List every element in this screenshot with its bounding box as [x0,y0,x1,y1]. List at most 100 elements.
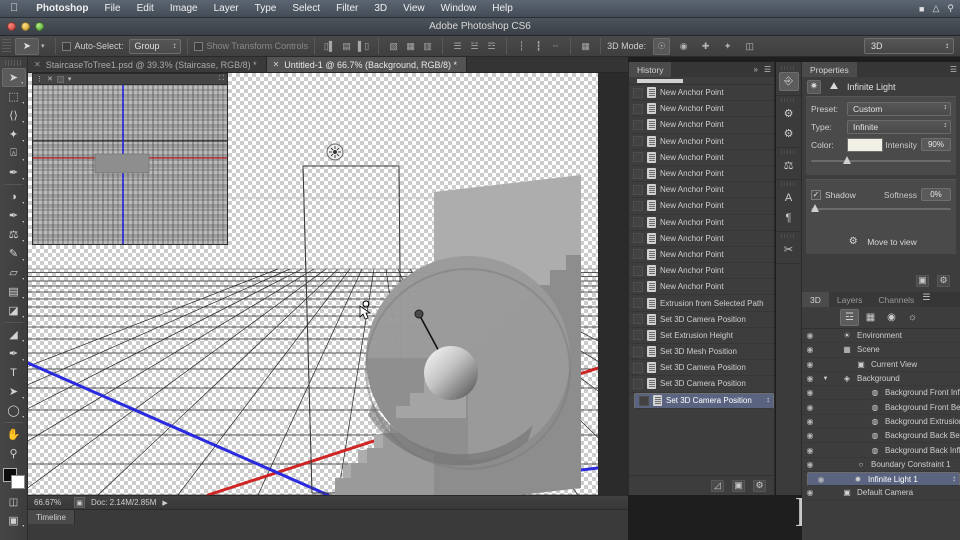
menu-view[interactable]: View [395,3,433,14]
history-brush-source-toggle[interactable] [633,168,643,179]
history-brush-source-toggle[interactable] [633,314,643,325]
minimize-button[interactable] [21,22,30,31]
lasso-tool[interactable]: ⟨⟩ [2,106,26,125]
align-vertical-centers-icon[interactable]: ▦ [404,39,417,53]
dock-group-grip[interactable] [781,66,796,70]
3d-tree-row[interactable]: ◉ ✹ Infinite Light 1 [807,471,960,487]
align-bottom-edges-icon[interactable]: ▥ [421,39,434,53]
menu-photoshop[interactable]: Photoshop [28,3,96,14]
paragraph-dock-icon[interactable]: ¶ [779,208,799,227]
checkbox-box[interactable]: ✓ [811,189,821,200]
history-state-row[interactable]: New Anchor Point [629,117,774,134]
history-brush-source-toggle[interactable] [633,200,643,211]
panel-menu-icon[interactable]: ☰ [922,292,930,307]
3d-tree-row[interactable]: ◉ ◍ Background Extrusion Ma... [802,415,960,430]
styles-dock-icon[interactable]: ⚙ [779,124,799,143]
shape-tool[interactable]: ◯ [2,401,26,420]
double-chevron-icon[interactable]: » [754,65,758,74]
path-selection-tool[interactable]: ➤ [2,382,26,401]
history-state-row[interactable]: New Anchor Point [629,279,774,296]
history-brush-source-toggle[interactable] [633,249,643,260]
menu-edit[interactable]: Edit [129,3,162,14]
close-icon[interactable]: ✕ [273,60,280,69]
distribute-top-icon[interactable]: ☰ [451,39,464,53]
history-state-row[interactable]: New Anchor Point [629,263,774,280]
history-snapshot-row[interactable] [629,77,774,85]
history-brush-source-toggle[interactable] [633,330,643,341]
distribute-vertical-centers-icon[interactable]: ☱ [468,39,481,53]
visibility-toggle-icon[interactable]: ◉ [802,388,818,397]
pen-tool[interactable]: ✒ [2,344,26,363]
roll-3d-icon[interactable]: ◉ [675,38,692,55]
options-bar-grip[interactable] [2,38,11,54]
history-state-row[interactable]: New Anchor Point [629,182,774,199]
visibility-toggle-icon[interactable]: ◉ [802,331,818,340]
intensity-slider[interactable] [811,155,951,165]
preset-dropdown[interactable]: Custom [847,101,951,116]
dock-group-grip[interactable] [781,98,796,102]
document-tab-staircase[interactable]: ✕ StaircaseToTree1.psd @ 39.3% (Staircas… [28,57,267,72]
visibility-toggle-icon[interactable]: ◉ [802,446,818,455]
3d-tree-row[interactable]: ◉ ☀ Environment [802,329,960,344]
chevron-right-icon[interactable]: ▶ [162,499,167,507]
blur-tool[interactable]: ◪ [2,301,26,320]
history-state-row[interactable]: New Anchor Point [629,166,774,183]
distribute-left-icon[interactable]: ┆ [515,39,528,53]
menu-layer[interactable]: Layer [206,3,247,14]
history-brush-source-toggle[interactable] [633,281,643,292]
history-brush-source-toggle[interactable] [633,136,643,147]
visibility-toggle-icon[interactable]: ◉ [802,345,818,354]
visibility-toggle-icon[interactable]: ◉ [813,475,829,484]
spotlight-icon[interactable]: ⚲ [947,3,954,14]
scene-properties-icon[interactable]: ⛰ [827,80,841,94]
align-horizontal-centers-icon[interactable]: ▤ [340,39,353,53]
3d-scene-tree[interactable]: ◉ ☀ Environment ◉ ▦ Scene ◉ ▣ Current View ◉ ▼ ◈ Bac… [802,329,960,540]
history-brush-source-toggle[interactable] [633,87,643,98]
history-state-row[interactable]: New Anchor Point [629,101,774,118]
history-state-row[interactable]: New Anchor Point [629,198,774,215]
expand-view-icon[interactable]: ⛶ [219,75,224,83]
quick-selection-tool[interactable]: ✦ [2,125,26,144]
history-state-row[interactable]: New Anchor Point [629,85,774,102]
secondary-view-body[interactable] [33,85,227,244]
history-state-row[interactable]: Extrusion from Selected Path [629,295,774,312]
document-tab-untitled[interactable]: ✕ Untitled-1 @ 66.7% (Background, RGB/8)… [266,57,468,72]
history-state-row[interactable]: New Anchor Point [629,150,774,166]
view-grip-icon[interactable]: ⋮ [36,75,43,83]
tab-layers[interactable]: Layers [828,292,871,307]
view-menu-icon[interactable]: ▾ [68,75,72,83]
adjustments-dock-icon[interactable]: ⚙ [779,104,799,123]
close-button[interactable] [7,22,16,31]
visibility-toggle-icon[interactable]: ◉ [802,431,818,440]
close-icon[interactable]: ✕ [34,60,41,69]
slide-3d-icon[interactable]: ✦ [719,38,736,55]
workspace-switcher[interactable]: 3D [864,38,954,54]
clone-source-dock-icon[interactable]: ⚖ [779,156,799,175]
align-top-edges-icon[interactable]: ▧ [387,39,400,53]
delete-state-icon[interactable]: ⚙ [753,479,766,492]
brush-tool[interactable]: ✒ [2,206,26,225]
zoom-button[interactable] [35,22,44,31]
history-brush-source-toggle[interactable] [633,119,643,130]
history-state-row[interactable]: Set 3D Camera Position [634,392,774,409]
intensity-value[interactable]: 90% [921,138,951,151]
dodge-tool[interactable]: ◢ [2,325,26,344]
filter-meshes-icon[interactable]: ▦ [861,309,880,326]
swap-view-icon[interactable] [56,75,64,83]
document-size-icon[interactable]: ▣ [74,497,85,508]
menu-type[interactable]: Type [247,3,285,14]
3d-tree-row[interactable]: ◉ ◍ Background Front Inflatio... [802,386,960,401]
type-tool[interactable]: T [2,363,26,382]
history-brush-source-toggle[interactable] [633,362,643,373]
background-color-swatch[interactable] [10,475,25,489]
zoom-level[interactable]: 66.67% [34,498,68,507]
menu-filter[interactable]: Filter [328,3,366,14]
dock-group-grip[interactable] [781,234,796,238]
eyedropper-tool[interactable]: ✒ [2,163,26,182]
create-snapshot-icon[interactable]: ▣ [732,479,745,492]
distribute-right-icon[interactable]: ┈ [549,39,562,53]
history-brush-source-toggle[interactable] [633,233,643,244]
history-brush-source-toggle[interactable] [633,152,643,163]
menu-select[interactable]: Select [284,3,328,14]
color-swatches[interactable] [1,467,27,491]
